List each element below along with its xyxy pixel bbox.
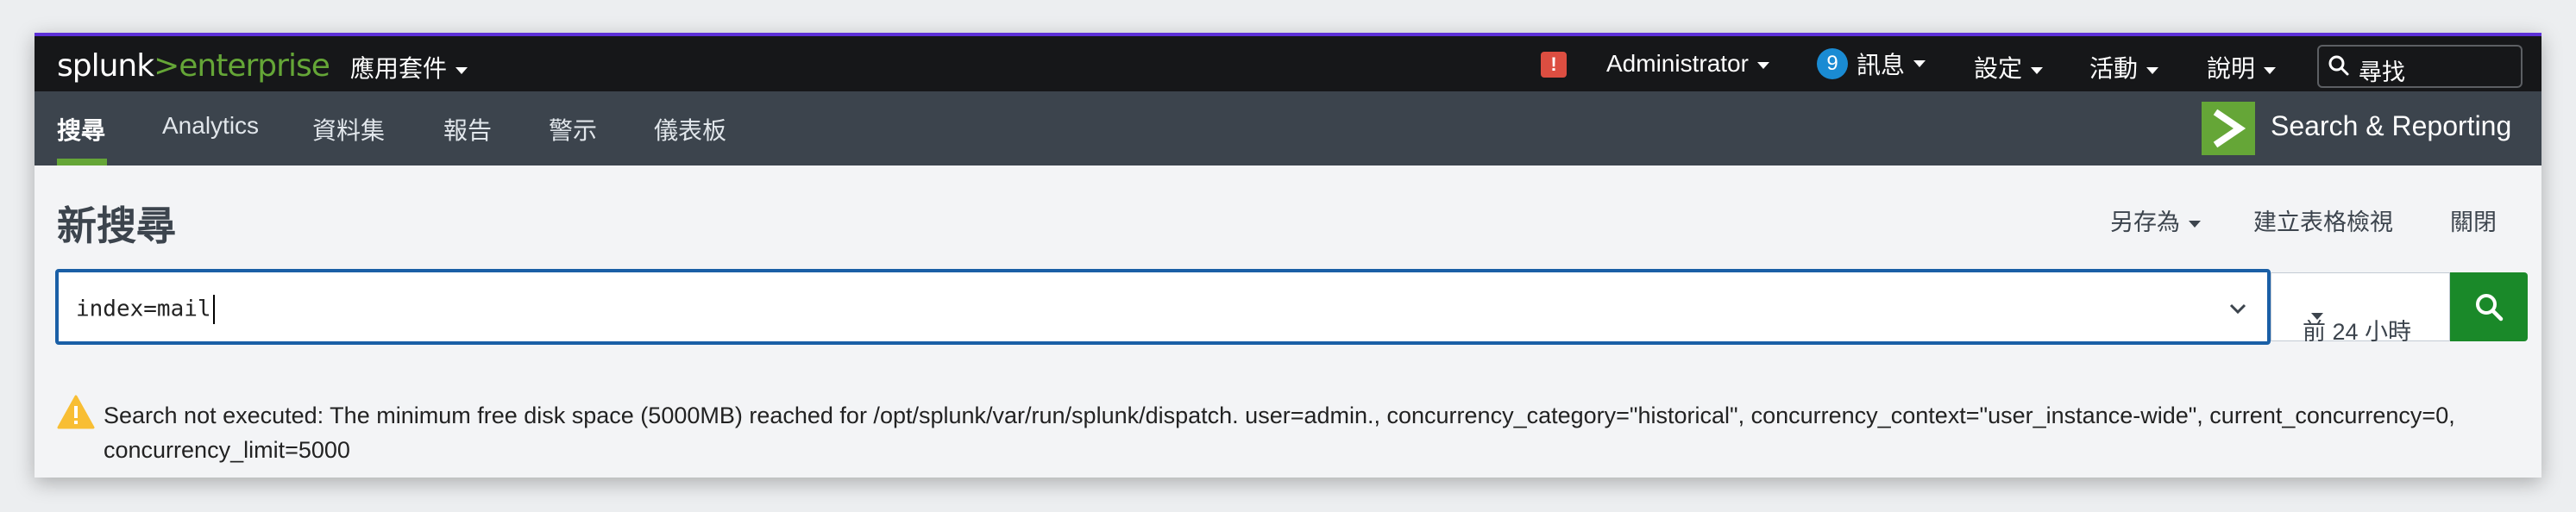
- messages-menu-label: 訊息: [1857, 52, 1906, 78]
- caret-down-icon: [456, 66, 468, 74]
- search-submit-button[interactable]: [2450, 272, 2528, 341]
- search-icon: [2328, 54, 2350, 83]
- search-icon: [2476, 294, 2504, 322]
- tab-dashboards[interactable]: 儀表板: [654, 112, 726, 147]
- tab-analytics[interactable]: Analytics: [162, 112, 259, 140]
- apps-menu-label: 應用套件: [350, 55, 448, 82]
- save-as-menu[interactable]: 另存為: [2110, 203, 2201, 237]
- tab-search[interactable]: 搜尋: [57, 112, 105, 147]
- create-table-view-button[interactable]: 建立表格檢視: [2253, 203, 2393, 237]
- time-range-picker[interactable]: 前 24 小時: [2271, 272, 2450, 345]
- global-header: splunk>enterprise 應用套件 ! Administrator 9…: [35, 33, 2541, 91]
- app-navigation-bar: 搜尋 Analytics 資料集 報告 警示 儀表板 Search & Repo…: [35, 91, 2541, 165]
- caret-down-icon: [2311, 313, 2323, 320]
- caret-down-icon: [2189, 220, 2201, 228]
- activity-menu-label: 活動: [2089, 55, 2139, 82]
- warning-icon: [57, 395, 95, 434]
- caret-down-icon: [1913, 60, 1926, 67]
- logo-product: enterprise: [179, 48, 330, 84]
- save-as-label: 另存為: [2110, 209, 2180, 235]
- activity-menu[interactable]: 活動: [2089, 50, 2159, 84]
- alert-icon[interactable]: !: [1541, 52, 1567, 78]
- settings-menu[interactable]: 設定: [1974, 50, 2044, 84]
- messages-menu[interactable]: 9 訊息: [1817, 47, 1926, 81]
- help-menu[interactable]: 說明: [2207, 50, 2277, 84]
- chevron-down-icon[interactable]: [2227, 298, 2248, 323]
- search-query-value: index=mail: [76, 296, 211, 322]
- caret-down-icon: [2264, 66, 2277, 74]
- settings-menu-label: 設定: [1974, 55, 2023, 82]
- global-search-placeholder: 尋找: [2359, 59, 2405, 85]
- user-menu-label: Administrator: [1606, 50, 1749, 77]
- caret-down-icon: [2146, 66, 2159, 74]
- app-window: splunk>enterprise 應用套件 ! Administrator 9…: [35, 33, 2541, 478]
- app-title: Search & Reporting: [2271, 110, 2512, 141]
- messages-count-badge: 9: [1817, 48, 1848, 79]
- caret-down-icon: [2031, 66, 2044, 74]
- logo-main: splunk: [57, 48, 154, 84]
- tab-reports[interactable]: 報告: [443, 112, 492, 147]
- logo-gt: >: [154, 48, 179, 84]
- user-menu[interactable]: Administrator: [1606, 50, 1769, 78]
- tab-datasets[interactable]: 資料集: [312, 112, 385, 147]
- tab-alerts[interactable]: 警示: [549, 112, 597, 147]
- close-button[interactable]: 關閉: [2450, 203, 2497, 237]
- splunk-logo[interactable]: splunk>enterprise: [57, 48, 330, 84]
- search-error-message: Search not executed: The minimum free di…: [104, 403, 2455, 463]
- active-tab-indicator: [57, 159, 107, 165]
- apps-menu[interactable]: 應用套件: [350, 50, 468, 84]
- help-menu-label: 說明: [2207, 55, 2256, 82]
- page-title: 新搜尋: [57, 203, 176, 248]
- search-query-input[interactable]: index=mail: [55, 269, 2271, 345]
- text-cursor: [212, 295, 215, 324]
- caret-down-icon: [1756, 61, 1769, 69]
- search-query-text: index=mail: [76, 295, 215, 324]
- app-logo-icon: [2202, 102, 2255, 155]
- global-search-input[interactable]: 尋找: [2317, 45, 2523, 88]
